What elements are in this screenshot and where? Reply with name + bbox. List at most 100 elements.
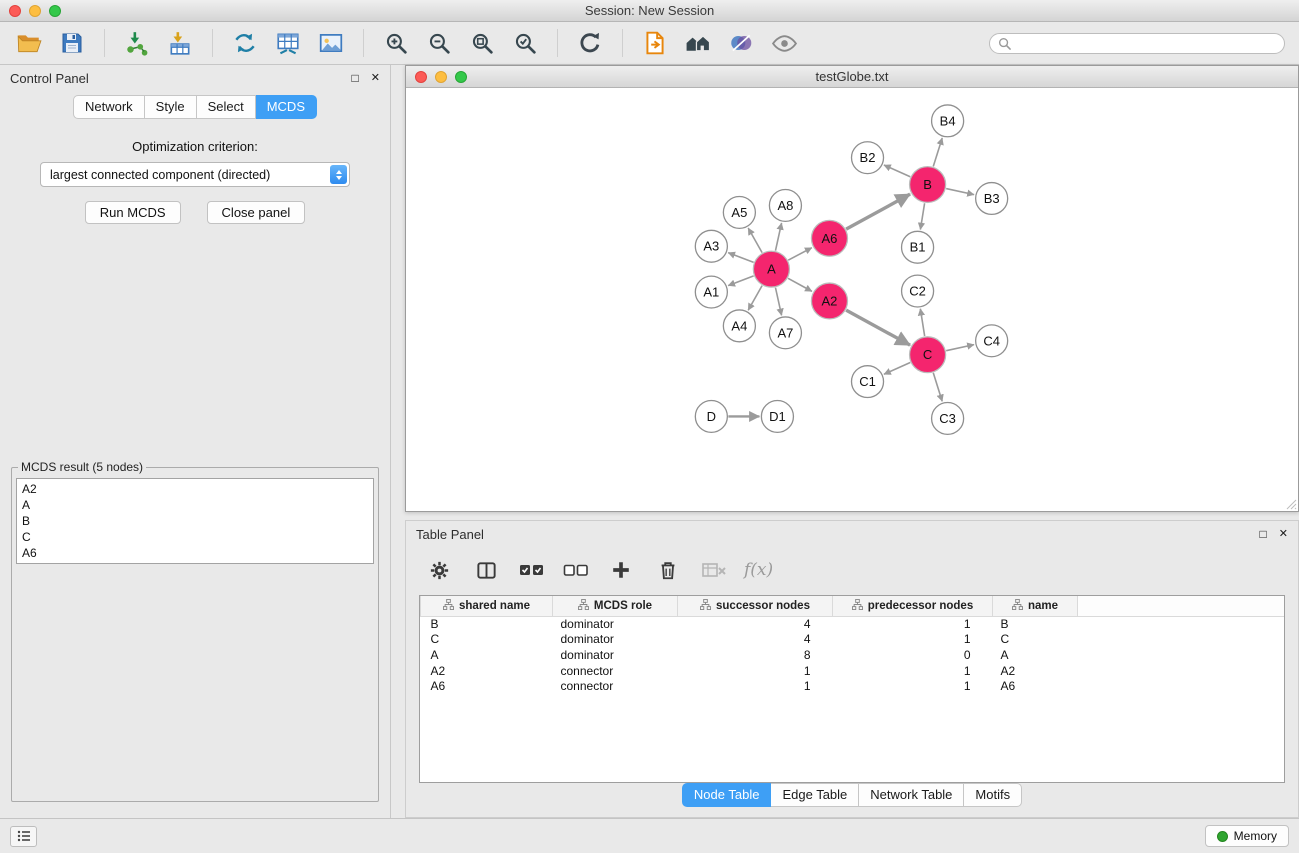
table-cell[interactable]: 4 xyxy=(678,632,833,648)
network-node-A5[interactable]: A5 xyxy=(723,196,755,228)
search-input[interactable] xyxy=(1016,36,1276,50)
insert-column-icon[interactable] xyxy=(471,554,501,586)
select-all-icon[interactable] xyxy=(518,554,545,586)
network-node-A6[interactable]: A6 xyxy=(811,220,847,256)
close-window-icon[interactable] xyxy=(9,5,21,17)
network-canvas[interactable]: B4B2BB3A8A5A6A3B1AA1C2A2A4A7C4CC1DD1C3 xyxy=(406,88,1298,511)
network-node-B2[interactable]: B2 xyxy=(851,142,883,174)
network-node-A7[interactable]: A7 xyxy=(769,317,801,349)
table-cell[interactable]: 8 xyxy=(678,647,833,663)
table-row[interactable]: Adominator80A xyxy=(421,647,1285,663)
style-venn-icon[interactable] xyxy=(726,27,756,59)
table-cell[interactable]: 1 xyxy=(833,678,993,694)
table-tab-network-table[interactable]: Network Table xyxy=(859,783,964,807)
table-cell[interactable]: 1 xyxy=(678,663,833,679)
table-row[interactable]: Cdominator41C xyxy=(421,632,1285,648)
table-cell[interactable]: dominator xyxy=(553,632,678,648)
table-cell[interactable]: 1 xyxy=(833,663,993,679)
table-cell[interactable]: dominator xyxy=(553,647,678,663)
edge-C-C2[interactable] xyxy=(920,309,924,336)
show-hide-icon[interactable] xyxy=(769,27,799,59)
table-row[interactable]: A6connector11A6 xyxy=(421,678,1285,694)
network-node-B4[interactable]: B4 xyxy=(932,105,964,137)
table-cell[interactable]: A xyxy=(421,647,553,663)
import-network-table-icon[interactable] xyxy=(273,27,303,59)
table-cell[interactable]: A2 xyxy=(993,663,1078,679)
network-node-A4[interactable]: A4 xyxy=(723,310,755,342)
network-node-A1[interactable]: A1 xyxy=(695,276,727,308)
export-image-icon[interactable] xyxy=(316,27,346,59)
table-cell[interactable]: connector xyxy=(553,678,678,694)
table-cell[interactable]: 0 xyxy=(833,647,993,663)
network-node-A3[interactable]: A3 xyxy=(695,230,727,262)
edge-A6-B[interactable] xyxy=(846,194,910,229)
save-session-icon[interactable] xyxy=(57,27,87,59)
network-node-A[interactable]: A xyxy=(753,251,789,287)
zoom-out-icon[interactable] xyxy=(424,27,454,59)
mcds-result-list[interactable]: A2ABCA6 xyxy=(16,478,374,564)
column-header-MCDS-role[interactable]: MCDS role xyxy=(553,596,678,616)
import-network-file-icon[interactable] xyxy=(122,27,152,59)
zoom-fit-icon[interactable] xyxy=(467,27,497,59)
table-tab-edge-table[interactable]: Edge Table xyxy=(771,783,859,807)
edge-B-B4[interactable] xyxy=(933,138,942,167)
table-cell[interactable]: C xyxy=(421,632,553,648)
show-panels-button[interactable] xyxy=(10,826,37,847)
first-neighbors-icon[interactable] xyxy=(230,27,260,59)
table-cell[interactable]: B xyxy=(421,616,553,632)
table-cell[interactable]: B xyxy=(993,616,1078,632)
zoom-window-icon[interactable] xyxy=(49,5,61,17)
control-tab-style[interactable]: Style xyxy=(145,95,197,119)
home-view-icon[interactable] xyxy=(683,27,713,59)
table-row[interactable]: Bdominator41B xyxy=(421,616,1285,632)
table-cell[interactable]: 1 xyxy=(678,678,833,694)
edge-C-C1[interactable] xyxy=(884,362,910,374)
table-cell[interactable]: A2 xyxy=(421,663,553,679)
memory-button[interactable]: Memory xyxy=(1205,825,1289,847)
float-panel-icon[interactable]: □ xyxy=(352,72,359,84)
mcds-result-item[interactable]: B xyxy=(22,513,368,529)
network-window-header[interactable]: testGlobe.txt xyxy=(406,66,1298,88)
network-node-B1[interactable]: B1 xyxy=(902,231,934,263)
network-node-C4[interactable]: C4 xyxy=(976,325,1008,357)
close-panel-button[interactable]: Close panel xyxy=(207,201,306,224)
table-tab-node-table[interactable]: Node Table xyxy=(682,783,772,807)
open-session-icon[interactable] xyxy=(14,27,44,59)
add-row-icon[interactable] xyxy=(606,554,636,586)
edge-B-B2[interactable] xyxy=(884,165,910,177)
control-tab-mcds[interactable]: MCDS xyxy=(256,95,317,119)
edge-C-C3[interactable] xyxy=(933,373,942,402)
run-mcds-button[interactable]: Run MCDS xyxy=(85,201,181,224)
table-cell[interactable]: A xyxy=(993,647,1078,663)
control-tab-network[interactable]: Network xyxy=(73,95,145,119)
node-table-container[interactable]: shared nameMCDS rolesuccessor nodesprede… xyxy=(419,595,1285,783)
table-float-panel-icon[interactable]: □ xyxy=(1260,528,1267,540)
edge-A-A1[interactable] xyxy=(728,276,753,286)
unselect-all-icon[interactable] xyxy=(562,554,589,586)
table-row[interactable]: A2connector11A2 xyxy=(421,663,1285,679)
search-box[interactable] xyxy=(989,33,1285,54)
table-cell[interactable]: A6 xyxy=(993,678,1078,694)
edge-A-A4[interactable] xyxy=(748,286,762,311)
network-node-C[interactable]: C xyxy=(910,337,946,373)
close-panel-icon[interactable]: ✕ xyxy=(371,72,380,84)
table-tab-motifs[interactable]: Motifs xyxy=(964,783,1022,807)
edge-A-A3[interactable] xyxy=(728,253,753,263)
edge-B-B3[interactable] xyxy=(946,189,974,195)
import-table-file-icon[interactable] xyxy=(165,27,195,59)
network-node-B3[interactable]: B3 xyxy=(976,183,1008,215)
table-cell[interactable]: 1 xyxy=(833,616,993,632)
network-node-A8[interactable]: A8 xyxy=(769,190,801,222)
zoom-in-icon[interactable] xyxy=(381,27,411,59)
resize-grip-icon[interactable] xyxy=(1286,499,1297,510)
network-node-C3[interactable]: C3 xyxy=(932,403,964,435)
zoom-selected-icon[interactable] xyxy=(510,27,540,59)
network-node-C1[interactable]: C1 xyxy=(851,366,883,398)
table-cell[interactable]: C xyxy=(993,632,1078,648)
network-node-D[interactable]: D xyxy=(695,401,727,433)
network-node-B[interactable]: B xyxy=(910,167,946,203)
edge-B-B1[interactable] xyxy=(920,203,924,229)
column-header-name[interactable]: name xyxy=(993,596,1078,616)
control-tab-select[interactable]: Select xyxy=(197,95,256,119)
mcds-result-item[interactable]: A6 xyxy=(22,545,368,561)
